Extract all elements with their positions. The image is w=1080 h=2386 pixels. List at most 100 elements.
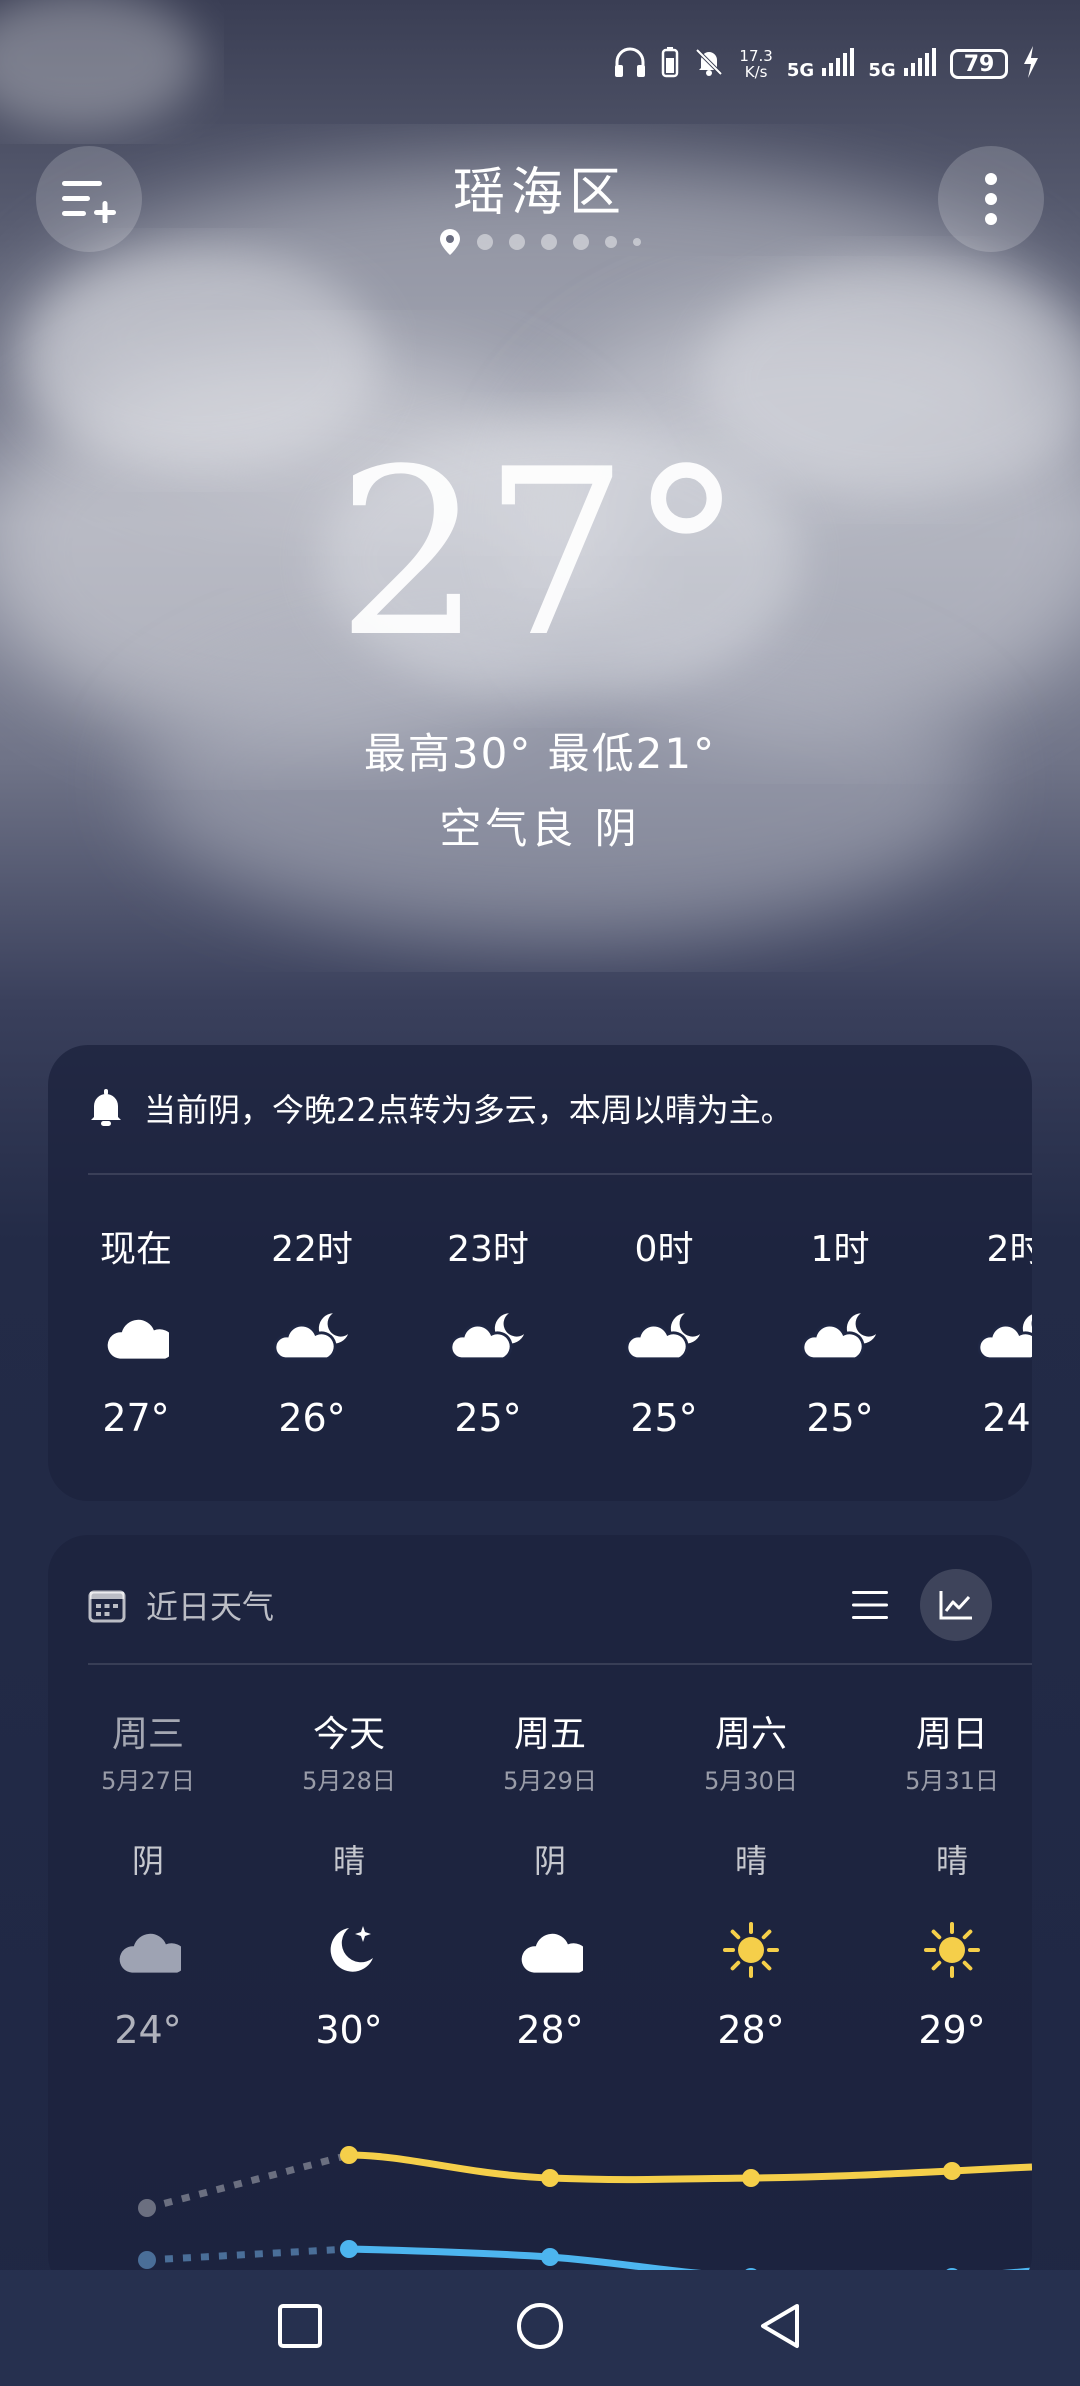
daily-item: 周日 5月31日晴 29° (852, 1705, 1032, 2052)
page-indicator[interactable] (0, 228, 1080, 256)
low-point (138, 2251, 156, 2269)
day-name: 周三 (111, 1714, 184, 1755)
page-dot (605, 236, 617, 248)
page-dot (541, 234, 557, 250)
daily-header: 近日天气 (88, 1569, 992, 1641)
square-icon (277, 2304, 322, 2348)
daily-item: 周六 5月30日晴 28° (651, 1705, 851, 2052)
status-bar: 17.3 K/s 5G 5G 79 (613, 44, 1040, 84)
sim1-label: 5G (786, 59, 815, 81)
cloud-moon-icon (928, 1296, 1032, 1376)
sun-icon (651, 1910, 851, 1990)
high-low-temperature: 最高30° 最低21° (363, 729, 717, 778)
weather-notice: 当前阴，今晚22点转为多云，本周以晴为主。 (88, 1085, 793, 1131)
day-date: 5月29日 (503, 1767, 597, 1795)
day-condition: 晴 (935, 1842, 968, 1880)
line-chart-icon (939, 1591, 972, 1620)
hourly-item: 0时 25° (576, 1220, 752, 1440)
high-point (340, 2146, 358, 2164)
day-condition: 阴 (533, 1842, 566, 1880)
hourly-list[interactable]: 现在 27° 22时 26° 23时 25° 0时 25° 1时 25° 2时 24° (48, 1220, 1032, 1480)
network-speed: 17.3 K/s (739, 48, 772, 80)
day-date: 5月27日 (101, 1767, 195, 1795)
moon-icon (249, 1910, 449, 1990)
temperature-curve (138, 2146, 1032, 2286)
signal-sim2: 5G (868, 47, 936, 81)
home-button[interactable] (516, 2302, 564, 2354)
hour-label: 2时 (986, 1229, 1032, 1270)
day-name: 周五 (513, 1714, 586, 1755)
page-dot (633, 238, 641, 246)
cloud-icon (48, 1296, 224, 1376)
navigation-bar (0, 2270, 1080, 2386)
day-condition: 晴 (734, 1842, 767, 1880)
location-pin-icon (440, 229, 460, 255)
triangle-back-icon (761, 2304, 800, 2348)
cloud-icon (48, 1910, 248, 1990)
day-condition: 晴 (332, 1842, 365, 1880)
cloud-moon-icon (400, 1296, 576, 1376)
day-name: 周六 (714, 1714, 787, 1755)
air-quality-condition[interactable]: 空气良 阴 (0, 795, 1080, 856)
day-name: 今天 (312, 1714, 385, 1755)
city-title: 瑶海区 (452, 163, 627, 223)
high-temp-line (348, 2151, 1032, 2184)
hour-label: 0时 (634, 1229, 694, 1270)
hourly-item: 22时 26° (224, 1220, 400, 1440)
daily-item: 周五 5月29日阴 28° (450, 1705, 650, 2052)
daily-title: 近日天气 (146, 1588, 275, 1626)
hourly-item: 现在 27° (48, 1220, 224, 1440)
signal-bars-icon (822, 47, 855, 76)
bell-icon (91, 1089, 121, 1126)
high-point (541, 2169, 559, 2187)
hour-temperature: 25° (806, 1396, 874, 1440)
current-temperature: 27° (336, 421, 744, 688)
page-dot (509, 234, 525, 250)
divider (88, 1663, 1032, 1665)
daily-item: 今天 5月28日晴 30° (249, 1705, 449, 2052)
hourly-item: 1时 25° (752, 1220, 928, 1440)
day-date: 5月30日 (704, 1767, 798, 1795)
high-point (742, 2169, 760, 2187)
hourly-item: 23时 25° (400, 1220, 576, 1440)
hourly-forecast-card: 当前阴，今晚22点转为多云，本周以晴为主。 现在 27° 22时 26° 23时 25° 0… (48, 1045, 1032, 1501)
cloud-moon-icon (752, 1296, 928, 1376)
day-high-temperature: 24° (114, 2008, 182, 2052)
low-point (340, 2240, 358, 2258)
hourly-item: 2时 24° (928, 1220, 1032, 1440)
day-date: 5月28日 (302, 1767, 396, 1795)
charging-icon (1022, 45, 1040, 83)
hour-temperature: 27° (102, 1396, 170, 1440)
hour-temperature: 24° (982, 1396, 1032, 1440)
battery-indicator: 79 (950, 49, 1008, 79)
hour-temperature: 26° (278, 1396, 346, 1440)
back-button[interactable] (757, 2302, 803, 2354)
cloud-icon (450, 1910, 650, 1990)
recents-button[interactable] (277, 2303, 323, 2353)
bell-off-icon (693, 46, 725, 83)
daily-item: 周三 5月27日阴 24° (48, 1705, 248, 2052)
day-high-temperature: 29° (918, 2008, 986, 2052)
sim2-label: 5G (868, 59, 896, 81)
chart-view-toggle[interactable] (920, 1569, 992, 1641)
divider (88, 1173, 1032, 1175)
daily-forecast-card: 近日天气 周三 5月27日阴 24° 今天 5月28日晴 30° 周五 5月29日阴 28° 周六… (48, 1535, 1032, 2295)
day-condition: 阴 (131, 1842, 164, 1880)
signal-sim1: 5G (786, 47, 855, 81)
page-dot (573, 234, 589, 250)
list-view-toggle[interactable] (834, 1569, 906, 1641)
page-dot (477, 234, 493, 250)
headphones-icon (613, 46, 647, 83)
hour-temperature: 25° (630, 1396, 698, 1440)
past-low-line (146, 2245, 350, 2264)
net-speed-value: 17.3 (739, 47, 773, 65)
cloud-moon-icon (576, 1296, 752, 1376)
net-speed-unit: K/s (744, 63, 768, 81)
hour-label: 22时 (271, 1229, 353, 1270)
cloud-moon-icon (224, 1296, 400, 1376)
low-point (541, 2248, 559, 2266)
day-high-temperature: 30° (315, 2008, 383, 2052)
hour-label: 现在 (99, 1229, 172, 1270)
past-high-line (146, 2151, 350, 2212)
high-point (943, 2162, 961, 2180)
